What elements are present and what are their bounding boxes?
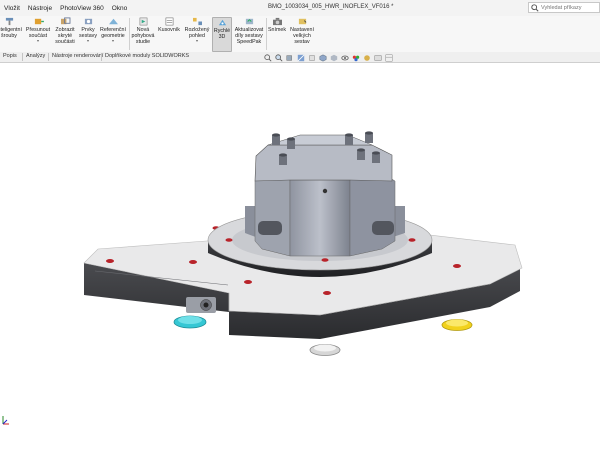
instant3d-icon	[218, 19, 226, 26]
air-connector	[186, 297, 216, 313]
command-manager-ribbon: Inteligentní šrouby Přesunout součást ▾ …	[0, 16, 600, 53]
document-title: BMO_1003034_005_HWR_INOFLEX_VF016 *	[268, 4, 394, 10]
ribbon-label: Nová pohybová studie	[131, 27, 155, 45]
speedpak-button[interactable]: Aktualizovat díly sestavy SpeedPak	[233, 17, 265, 45]
menu-photoview[interactable]: PhotoView 360	[56, 5, 108, 12]
display-pane-icon[interactable]	[385, 54, 393, 62]
chevron-down-icon[interactable]: ▾	[37, 39, 39, 43]
snapshot-icon	[272, 17, 282, 26]
display-style-icon[interactable]	[330, 54, 338, 62]
large-assembly-icon	[298, 18, 306, 25]
menu-list: Vložit Nástroje PhotoView 360 Okno	[0, 0, 131, 16]
smart-fasteners-icon	[5, 17, 13, 26]
motion-study-icon	[139, 17, 147, 26]
command-search[interactable]	[528, 2, 600, 13]
zoom-area-icon[interactable]	[275, 54, 283, 62]
reference-geometry-icon	[108, 18, 118, 25]
instant3d-button[interactable]: Rychlé 3D	[212, 17, 232, 52]
move-component-icon	[34, 18, 44, 25]
chevron-down-icon[interactable]: ▾	[112, 39, 114, 43]
menu-okno[interactable]: Okno	[108, 5, 132, 12]
ribbon-label: Nastavení velkých sestav	[290, 27, 314, 45]
chevron-down-icon[interactable]: ▾	[87, 39, 89, 43]
graphics-area[interactable]	[0, 63, 600, 450]
apply-scene-icon[interactable]	[363, 54, 371, 62]
exploded-view-button[interactable]: Rozložený pohled ▾	[184, 17, 210, 43]
show-hidden-icon	[60, 17, 70, 25]
menu-vlozit[interactable]: Vložit	[0, 5, 24, 12]
ribbon-label: Kusovník	[158, 27, 180, 33]
ribbon-separator	[129, 18, 130, 50]
heads-up-view-toolbar	[264, 53, 393, 63]
zoom-to-fit-icon[interactable]	[264, 54, 272, 62]
tab-solidworks-addins[interactable]: Doplňkové moduly SOLIDWORKS	[105, 53, 189, 59]
tab-analyzy[interactable]: Analýzy	[26, 53, 45, 59]
move-component-button[interactable]: Přesunout součást ▾	[24, 17, 52, 43]
tab-divider	[22, 53, 23, 61]
motion-study-button[interactable]: Nová pohybová studie	[131, 17, 155, 45]
tab-popis[interactable]: Popis	[3, 53, 17, 59]
view-orientation-icon[interactable]	[319, 54, 327, 62]
menu-nastroje[interactable]: Nástroje	[24, 5, 56, 12]
exploded-view-icon	[192, 17, 202, 26]
ribbon-label: Inteligentní šrouby	[0, 27, 22, 39]
ribbon-label: Zobrazit skryté součásti	[55, 27, 75, 45]
previous-view-icon[interactable]	[286, 54, 294, 62]
smart-fasteners-button[interactable]: Inteligentní šrouby	[0, 17, 24, 39]
tab-divider	[48, 53, 49, 61]
coordinate-triad-icon	[2, 416, 9, 425]
assembly-features-button[interactable]: Prvky sestavy ▾	[78, 17, 98, 43]
menu-bar: Vložit Nástroje PhotoView 360 Okno BMO_1…	[0, 0, 600, 17]
ribbon-label: Aktualizovat díly sestavy SpeedPak	[234, 27, 264, 45]
ribbon-label: Snímek	[268, 27, 286, 33]
bom-button[interactable]: Kusovník	[157, 17, 181, 33]
hide-show-icon[interactable]	[341, 54, 349, 62]
tab-divider	[101, 53, 102, 61]
snapshot-button[interactable]: Snímek	[267, 17, 287, 33]
section-view-icon[interactable]	[297, 54, 305, 62]
chuck-body[interactable]	[245, 134, 405, 257]
assembly-model[interactable]	[0, 63, 600, 450]
edit-appearance-icon[interactable]	[352, 54, 360, 62]
ribbon-label: Rychlé 3D	[213, 28, 231, 40]
dynamic-annotation-icon[interactable]	[308, 54, 316, 62]
show-hidden-button[interactable]: Zobrazit skryté součásti	[53, 17, 77, 45]
search-icon	[531, 3, 539, 12]
large-assembly-settings-button[interactable]: Nastavení velkých sestav	[288, 17, 316, 45]
view-settings-icon[interactable]	[374, 54, 382, 62]
bom-icon	[165, 17, 173, 26]
tab-rendering-tools[interactable]: Nástroje renderování	[52, 53, 103, 59]
assembly-features-icon	[84, 18, 92, 25]
search-input[interactable]	[541, 3, 597, 12]
speedpak-icon	[245, 18, 253, 25]
chevron-down-icon[interactable]: ▾	[196, 39, 198, 43]
reference-geometry-button[interactable]: Referenční geometrie ▾	[99, 17, 127, 43]
